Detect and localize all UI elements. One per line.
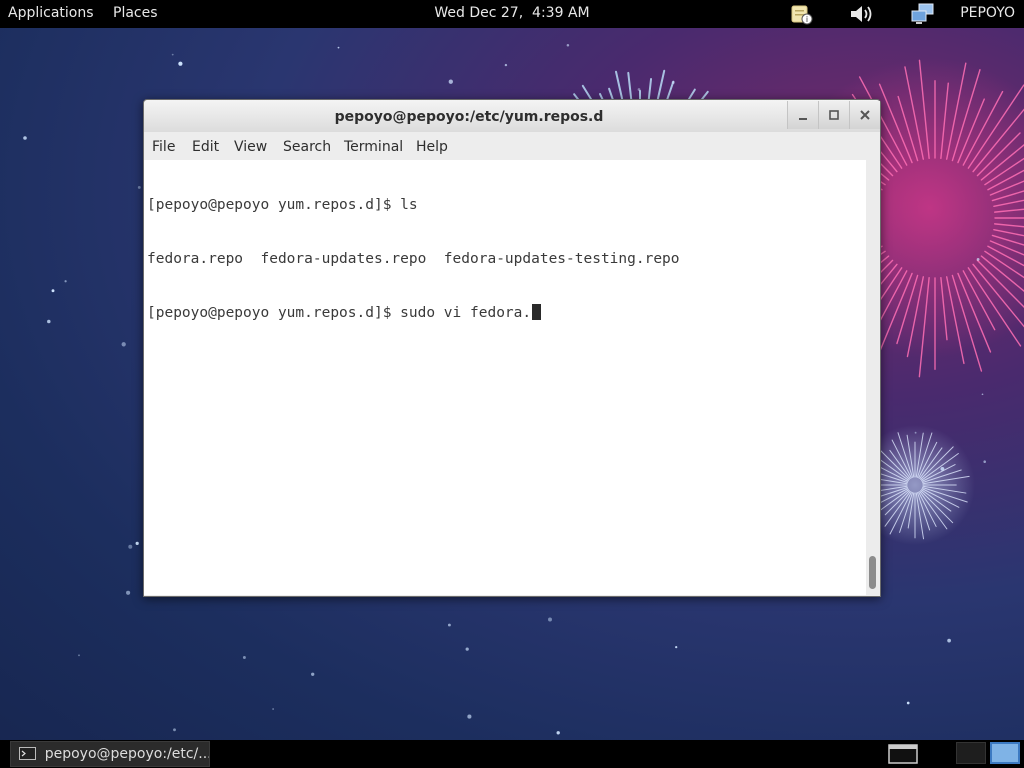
menubar: File Edit View Search Terminal Help (144, 134, 880, 160)
menu-terminal[interactable]: Terminal (344, 139, 403, 155)
bottom-panel: pepoyo@pepoyo:/etc/... (0, 740, 1024, 768)
clock[interactable]: Wed Dec 27, 4:39 AM (434, 5, 589, 21)
terminal-icon (19, 747, 36, 760)
applications-menu[interactable]: Applications (8, 5, 94, 21)
menu-edit[interactable]: Edit (192, 139, 219, 155)
window-titlebar[interactable]: pepoyo@pepoyo:/etc/yum.repos.d (144, 100, 880, 132)
svg-text:i: i (806, 15, 808, 24)
network-icon[interactable] (910, 3, 936, 29)
terminal-line: [pepoyo@pepoyo yum.repos.d]$ ls (147, 197, 418, 213)
text-cursor (532, 304, 542, 320)
scrollbar-thumb[interactable] (869, 556, 876, 589)
terminal-line: [pepoyo@pepoyo yum.repos.d]$ sudo vi fed… (147, 305, 532, 321)
terminal-window: pepoyo@pepoyo:/etc/yum.repos.d File Edit… (143, 99, 881, 597)
terminal-output[interactable]: [pepoyo@pepoyo yum.repos.d]$ ls fedora.r… (144, 160, 866, 595)
updates-icon[interactable]: i (790, 3, 814, 29)
menu-help[interactable]: Help (416, 139, 448, 155)
terminal-line: fedora.repo fedora-updates.repo fedora-u… (147, 251, 680, 267)
workspace-1[interactable] (956, 742, 986, 764)
taskbar-item-terminal[interactable]: pepoyo@pepoyo:/etc/... (10, 741, 210, 767)
menu-search[interactable]: Search (283, 139, 331, 155)
menu-view[interactable]: View (234, 139, 267, 155)
window-title: pepoyo@pepoyo:/etc/yum.repos.d (334, 109, 604, 125)
taskbar-item-label: pepoyo@pepoyo:/etc/... (44, 746, 209, 762)
workspace-2[interactable] (990, 742, 1020, 764)
menu-file[interactable]: File (152, 139, 175, 155)
user-menu[interactable]: PEPOYO (960, 5, 1015, 21)
maximize-button[interactable] (818, 101, 849, 129)
maximize-icon (829, 110, 839, 120)
terminal-scrollbar[interactable] (866, 160, 879, 595)
places-menu[interactable]: Places (113, 5, 158, 21)
minimize-button[interactable] (787, 101, 818, 129)
top-panel: Applications Places Wed Dec 27, 4:39 AM … (0, 0, 1024, 28)
window-controls (787, 100, 880, 130)
minimize-icon (799, 118, 807, 120)
volume-icon[interactable] (849, 3, 875, 29)
show-desktop-icon[interactable] (886, 742, 922, 766)
close-icon (860, 110, 870, 120)
close-button[interactable] (849, 101, 880, 129)
